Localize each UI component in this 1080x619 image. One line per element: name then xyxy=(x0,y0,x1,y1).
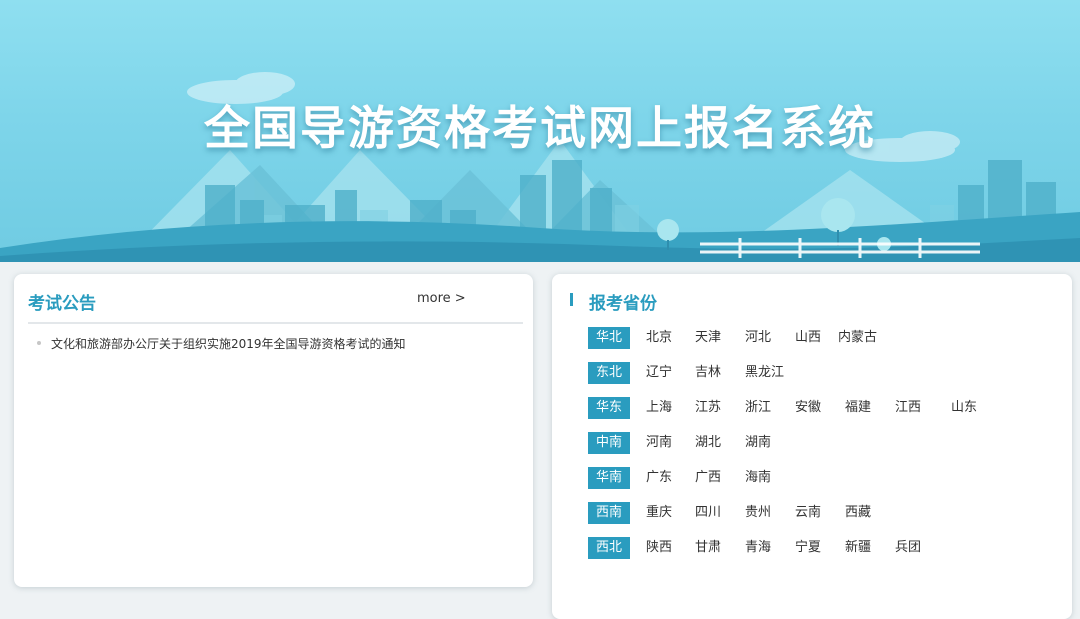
notice-list: 文化和旅游部办公厅关于组织实施2019年全国导游资格考试的通知 xyxy=(28,335,523,353)
exam-notice-panel: 考试公告 more > 文化和旅游部办公厅关于组织实施2019年全国导游资格考试… xyxy=(14,274,533,587)
province-link[interactable]: 河北 xyxy=(745,327,771,349)
province-link[interactable]: 辽宁 xyxy=(646,362,672,384)
province-link[interactable]: 兵团 xyxy=(895,537,921,559)
province-link[interactable]: 湖北 xyxy=(695,432,721,454)
province-link[interactable]: 黑龙江 xyxy=(745,362,784,384)
notice-title: 考试公告 xyxy=(28,294,96,314)
region-tag: 东北 xyxy=(588,362,630,384)
site-title: 全国导游资格考试网上报名系统 xyxy=(204,101,876,155)
region-tag: 西南 xyxy=(588,502,630,524)
region-tag: 华东 xyxy=(588,397,630,419)
province-link[interactable]: 陕西 xyxy=(646,537,672,559)
province-link[interactable]: 福建 xyxy=(845,397,871,419)
province-link[interactable]: 青海 xyxy=(745,537,771,559)
region-tag: 西北 xyxy=(588,537,630,559)
province-link[interactable]: 上海 xyxy=(646,397,672,419)
province-link[interactable]: 贵州 xyxy=(745,502,771,524)
province-link[interactable]: 西藏 xyxy=(845,502,871,524)
region-tag: 华北 xyxy=(588,327,630,349)
province-link[interactable]: 浙江 xyxy=(745,397,771,419)
notice-item-link[interactable]: 文化和旅游部办公厅关于组织实施2019年全国导游资格考试的通知 xyxy=(51,337,406,351)
header-banner: 全国导游资格考试网上报名系统 xyxy=(0,0,1080,262)
province-link[interactable]: 河南 xyxy=(646,432,672,454)
province-link[interactable]: 湖南 xyxy=(745,432,771,454)
more-link[interactable]: more > xyxy=(417,291,466,306)
notice-divider xyxy=(28,322,523,324)
notice-item[interactable]: 文化和旅游部办公厅关于组织实施2019年全国导游资格考试的通知 xyxy=(28,335,523,353)
province-link[interactable]: 天津 xyxy=(695,327,721,349)
province-link[interactable]: 内蒙古 xyxy=(838,327,877,349)
province-link[interactable]: 新疆 xyxy=(845,537,871,559)
province-link[interactable]: 海南 xyxy=(745,467,771,489)
province-link[interactable]: 广东 xyxy=(646,467,672,489)
title-accent-bar xyxy=(570,293,573,306)
province-link[interactable]: 山西 xyxy=(795,327,821,349)
bullet-dot-icon xyxy=(37,341,41,345)
province-link[interactable]: 宁夏 xyxy=(795,537,821,559)
province-link[interactable]: 江苏 xyxy=(695,397,721,419)
province-title: 报考省份 xyxy=(589,294,657,314)
province-link[interactable]: 江西 xyxy=(895,397,921,419)
province-panel: 报考省份 华北 北京 天津 河北 山西 内蒙古 东北 辽宁 吉林 黑龙江 华东 … xyxy=(552,274,1072,619)
province-link[interactable]: 甘肃 xyxy=(695,537,721,559)
province-link[interactable]: 四川 xyxy=(695,502,721,524)
province-link[interactable]: 山东 xyxy=(951,397,977,419)
province-link[interactable]: 北京 xyxy=(646,327,672,349)
province-link[interactable]: 吉林 xyxy=(695,362,721,384)
province-link[interactable]: 重庆 xyxy=(646,502,672,524)
region-tag: 华南 xyxy=(588,467,630,489)
province-link[interactable]: 广西 xyxy=(695,467,721,489)
province-link[interactable]: 云南 xyxy=(795,502,821,524)
province-link[interactable]: 安徽 xyxy=(795,397,821,419)
region-tag: 中南 xyxy=(588,432,630,454)
